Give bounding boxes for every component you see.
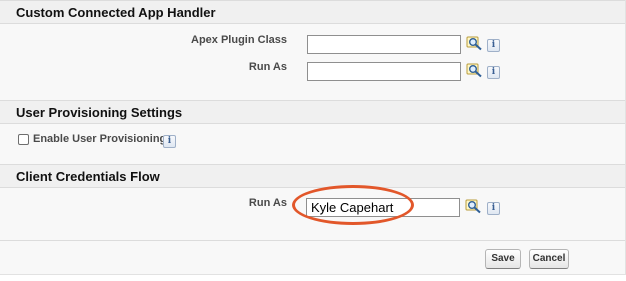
section-header-client-credentials-flow: Client Credentials Flow (0, 164, 625, 188)
section-body-client-credentials-flow: Run As i (0, 188, 625, 240)
enable-user-provisioning-checkbox[interactable] (18, 134, 29, 145)
section-header-user-provisioning-settings: User Provisioning Settings (0, 100, 625, 124)
client-credentials-run-as-lookup-icon[interactable] (465, 199, 482, 214)
apex-plugin-class-lookup-icon[interactable] (466, 36, 483, 51)
client-credentials-run-as-input[interactable] (306, 198, 460, 217)
save-button[interactable]: Save (485, 249, 521, 269)
custom-handler-run-as-lookup-icon[interactable] (466, 63, 483, 78)
client-credentials-run-as-info-icon[interactable]: i (487, 202, 500, 215)
run-as-label: Run As (248, 197, 287, 209)
section-body-custom-connected-app-handler: Apex Plugin Class i Run As i (0, 24, 625, 94)
section-body-user-provisioning-settings: Enable User Provisioning i (0, 124, 625, 156)
enable-user-provisioning-label: Enable User Provisioning (33, 133, 167, 145)
connected-app-edit-panel: Custom Connected App Handler Apex Plugin… (0, 0, 626, 275)
custom-handler-run-as-input[interactable] (307, 62, 461, 81)
custom-handler-run-as-info-icon[interactable]: i (487, 66, 500, 79)
apex-plugin-class-info-icon[interactable]: i (487, 39, 500, 52)
section-header-custom-connected-app-handler: Custom Connected App Handler (0, 0, 625, 24)
section-title: Custom Connected App Handler (16, 5, 216, 20)
apex-plugin-class-label: Apex Plugin Class (191, 34, 287, 46)
apex-plugin-class-input[interactable] (307, 35, 461, 54)
enable-user-provisioning-info-icon[interactable]: i (163, 135, 176, 148)
footer-divider (0, 240, 625, 241)
section-title: User Provisioning Settings (16, 105, 183, 120)
cancel-button[interactable]: Cancel (529, 249, 569, 269)
run-as-label: Run As (248, 61, 287, 73)
section-title: Client Credentials Flow (16, 169, 160, 184)
